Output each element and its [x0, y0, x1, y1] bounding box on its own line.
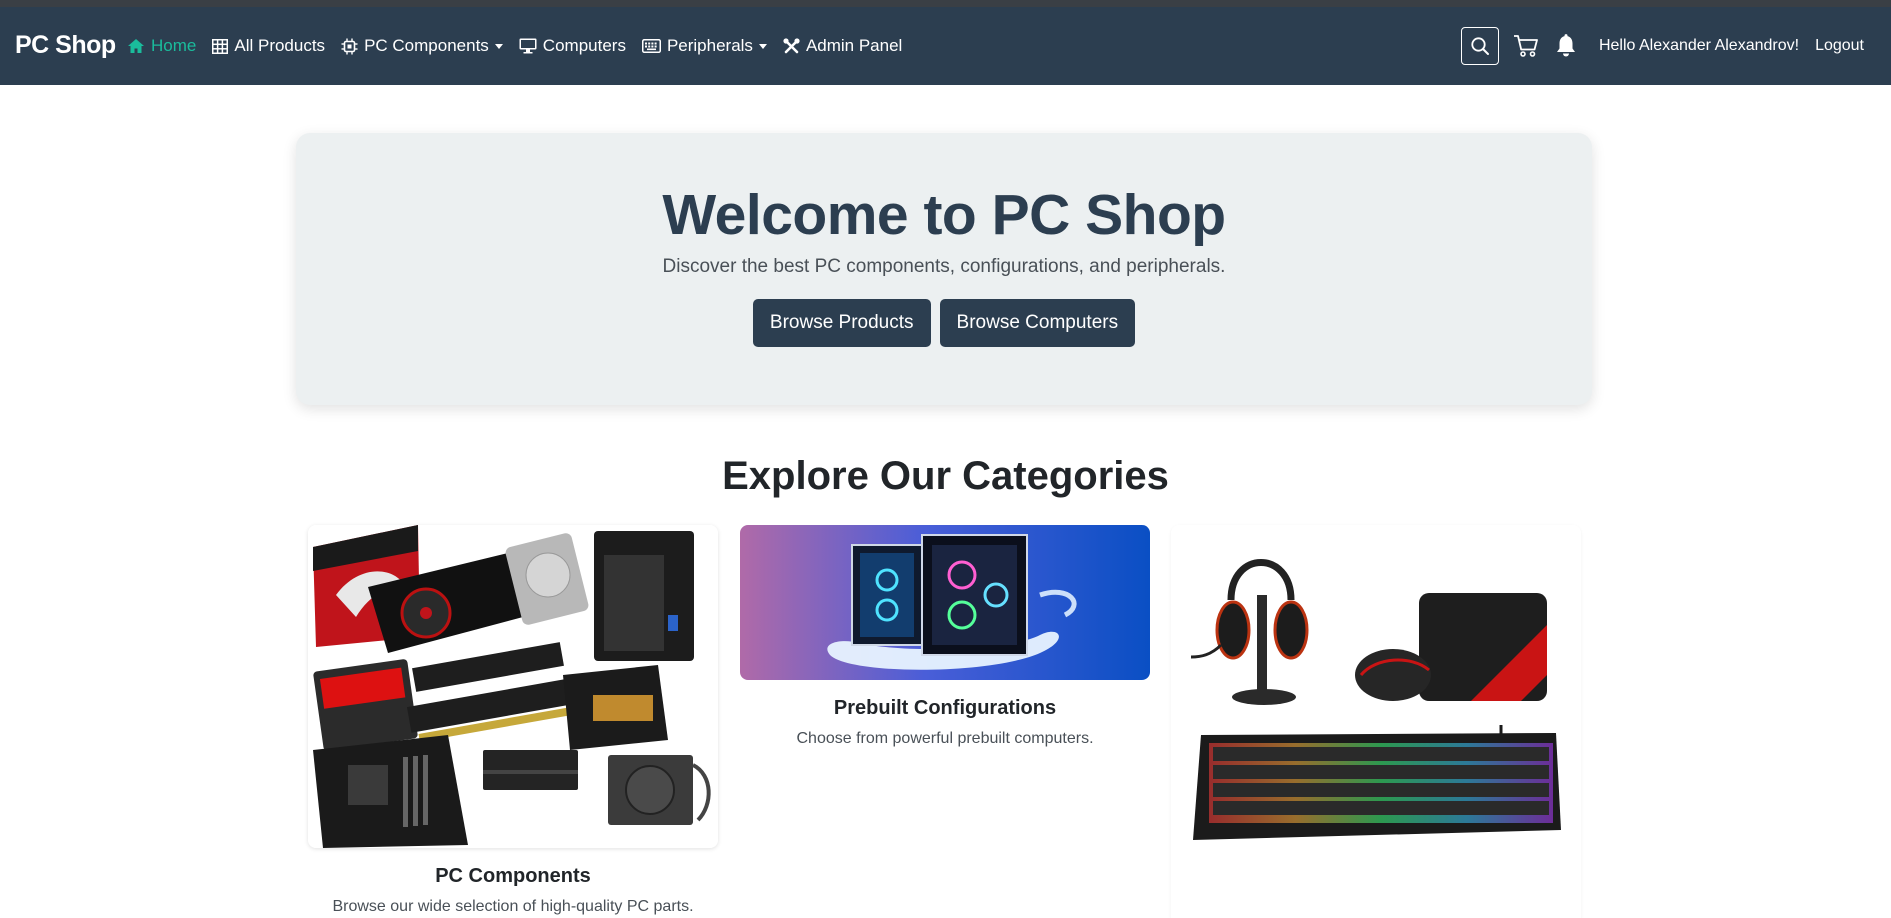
- nav-right: Hello Alexander Alexandrov! Logout: [1460, 7, 1891, 85]
- nav-item-label: Home: [151, 36, 197, 55]
- logout-link[interactable]: Logout: [1815, 37, 1864, 55]
- nav-links: Home All Products PC Components Computer…: [127, 7, 918, 85]
- user-greeting: Hello Alexander Alexandrov!: [1598, 37, 1800, 54]
- browse-computers-button[interactable]: Browse Computers: [939, 299, 1136, 347]
- pc-components-image[interactable]: [308, 525, 718, 848]
- category-card-pc-components[interactable]: PC Components Browse our wide selection …: [308, 525, 718, 916]
- category-card-title: PC Components: [435, 865, 591, 887]
- search-button[interactable]: [1460, 27, 1499, 65]
- category-card-title: Prebuilt Configurations: [833, 697, 1057, 719]
- chevron-down-icon: [758, 43, 767, 49]
- cart-icon: [1513, 35, 1538, 57]
- window-top-strip: [0, 0, 1891, 7]
- nav-item-home[interactable]: Home: [127, 36, 196, 56]
- categories-title: Explore Our Categories: [722, 454, 1169, 498]
- category-card-text: Browse our wide selection of high-qualit…: [332, 898, 694, 915]
- notifications-button[interactable]: [1555, 34, 1577, 58]
- bell-icon: [1556, 34, 1575, 57]
- nav-item-label: Computers: [542, 36, 626, 55]
- home-icon: [128, 39, 144, 53]
- hero-subtitle: Discover the best PC components, configu…: [662, 256, 1226, 277]
- cart-button[interactable]: [1513, 34, 1539, 58]
- hero-title: Welcome to PC Shop: [662, 183, 1226, 247]
- monitor-icon: [519, 38, 537, 54]
- hero-banner: Welcome to PC Shop Discover the best PC …: [296, 133, 1592, 405]
- nav-item-pc-components[interactable]: PC Components: [341, 36, 503, 56]
- nav-item-computers[interactable]: Computers: [519, 36, 626, 56]
- hero-buttons: Browse Products Browse Computers: [296, 299, 1592, 347]
- nav-item-label: Admin Panel: [805, 36, 903, 55]
- category-card-text: Choose from powerful prebuilt computers.: [796, 730, 1094, 747]
- grid-icon: [212, 38, 229, 54]
- main-navbar: PC Shop Home All Products PC Components …: [0, 7, 1891, 85]
- category-card-prebuilt-configurations[interactable]: Prebuilt Configurations Choose from powe…: [740, 525, 1150, 748]
- nav-item-label: PC Components: [364, 36, 489, 55]
- category-card-peripherals[interactable]: [1171, 525, 1581, 918]
- search-icon: [1471, 37, 1489, 55]
- tools-icon: [783, 37, 800, 53]
- nav-item-all-products[interactable]: All Products: [212, 36, 325, 56]
- browse-products-button[interactable]: Browse Products: [752, 299, 931, 347]
- brand-logo[interactable]: PC Shop: [15, 31, 116, 60]
- nav-item-peripherals[interactable]: Peripherals: [641, 36, 767, 56]
- nav-item-label: All Products: [234, 36, 326, 55]
- peripherals-image[interactable]: [1171, 525, 1581, 855]
- nav-item-label: Peripherals: [666, 36, 753, 55]
- cpu-icon: [341, 38, 358, 54]
- keyboard-icon: [641, 39, 661, 53]
- chevron-down-icon: [494, 43, 503, 49]
- prebuilt-configurations-image[interactable]: [740, 525, 1150, 680]
- nav-item-admin-panel[interactable]: Admin Panel: [783, 36, 902, 56]
